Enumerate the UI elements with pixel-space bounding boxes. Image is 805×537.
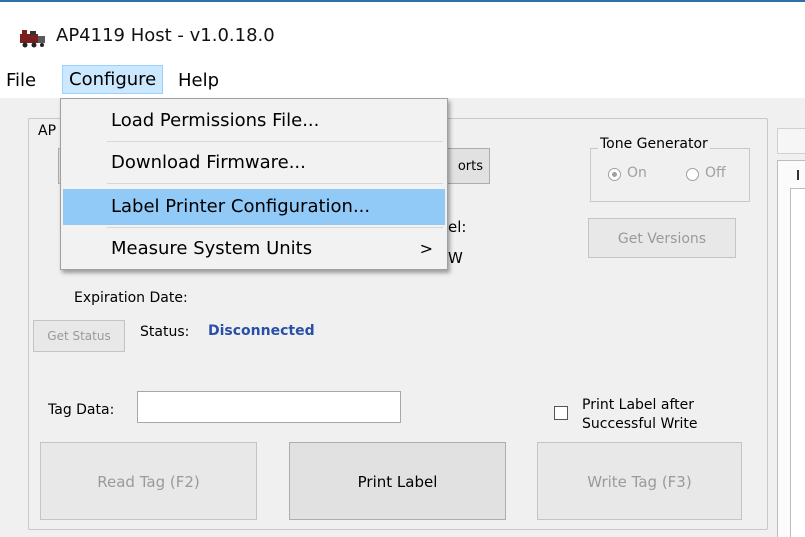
menu-item-label-printer-configuration[interactable]: Label Printer Configuration... bbox=[63, 189, 445, 225]
tone-off-label: Off bbox=[705, 165, 726, 181]
menu-item-measure-system-units[interactable]: Measure System Units > bbox=[63, 231, 445, 267]
right-panel-tick bbox=[797, 170, 799, 180]
tag-data-input[interactable] bbox=[137, 391, 401, 423]
menu-separator bbox=[107, 227, 443, 228]
expiration-date-label: Expiration Date: bbox=[74, 290, 188, 306]
status-value: Disconnected bbox=[208, 323, 315, 339]
menu-item-label: Download Firmware... bbox=[111, 152, 306, 173]
configure-dropdown-menu: Load Permissions File... Download Firmwa… bbox=[60, 98, 448, 270]
print-label-button[interactable]: Print Label bbox=[289, 442, 506, 520]
get-versions-button[interactable]: Get Versions bbox=[588, 218, 736, 258]
menu-item-load-permissions[interactable]: Load Permissions File... bbox=[63, 103, 445, 139]
main-groupbox-legend: AP bbox=[36, 123, 59, 139]
tone-on-radio[interactable] bbox=[608, 168, 621, 181]
radio-selected-dot bbox=[612, 172, 617, 177]
get-status-button[interactable]: Get Status bbox=[33, 320, 125, 352]
print-label-after-label: Print Label after Successful Write bbox=[582, 396, 697, 434]
status-label: Status: bbox=[140, 324, 190, 340]
menu-item-label: Label Printer Configuration... bbox=[111, 196, 371, 217]
print-label-after-line1: Print Label after bbox=[582, 397, 694, 413]
firmware-label: W bbox=[448, 249, 463, 267]
tag-data-label: Tag Data: bbox=[48, 402, 115, 418]
print-label-after-checkbox[interactable] bbox=[554, 406, 568, 420]
menu-item-download-firmware[interactable]: Download Firmware... bbox=[63, 145, 445, 181]
tone-off-radio[interactable] bbox=[686, 168, 699, 181]
model-label: el: bbox=[448, 218, 467, 236]
tone-generator-legend: Tone Generator bbox=[598, 136, 710, 152]
app-train-icon bbox=[18, 28, 48, 48]
menu-separator bbox=[107, 141, 443, 142]
menu-separator bbox=[107, 183, 443, 184]
print-label-after-line2: Successful Write bbox=[582, 416, 698, 432]
menu-help[interactable]: Help bbox=[172, 68, 225, 93]
write-tag-button[interactable]: Write Tag (F3) bbox=[537, 442, 742, 520]
menu-item-label: Load Permissions File... bbox=[111, 110, 320, 131]
read-tag-button[interactable]: Read Tag (F2) bbox=[40, 442, 257, 520]
submenu-arrow-icon: > bbox=[419, 239, 433, 258]
menu-item-label: Measure System Units bbox=[111, 238, 313, 259]
right-panel-inner bbox=[790, 188, 805, 537]
menu-bar: File Configure Help bbox=[0, 60, 805, 98]
menu-configure[interactable]: Configure bbox=[62, 65, 164, 94]
window-title: AP4119 Host - v1.0.18.0 bbox=[56, 25, 275, 46]
tone-on-label: On bbox=[627, 165, 647, 181]
menu-file[interactable]: File bbox=[0, 68, 42, 93]
right-panel-tab[interactable] bbox=[777, 128, 805, 154]
